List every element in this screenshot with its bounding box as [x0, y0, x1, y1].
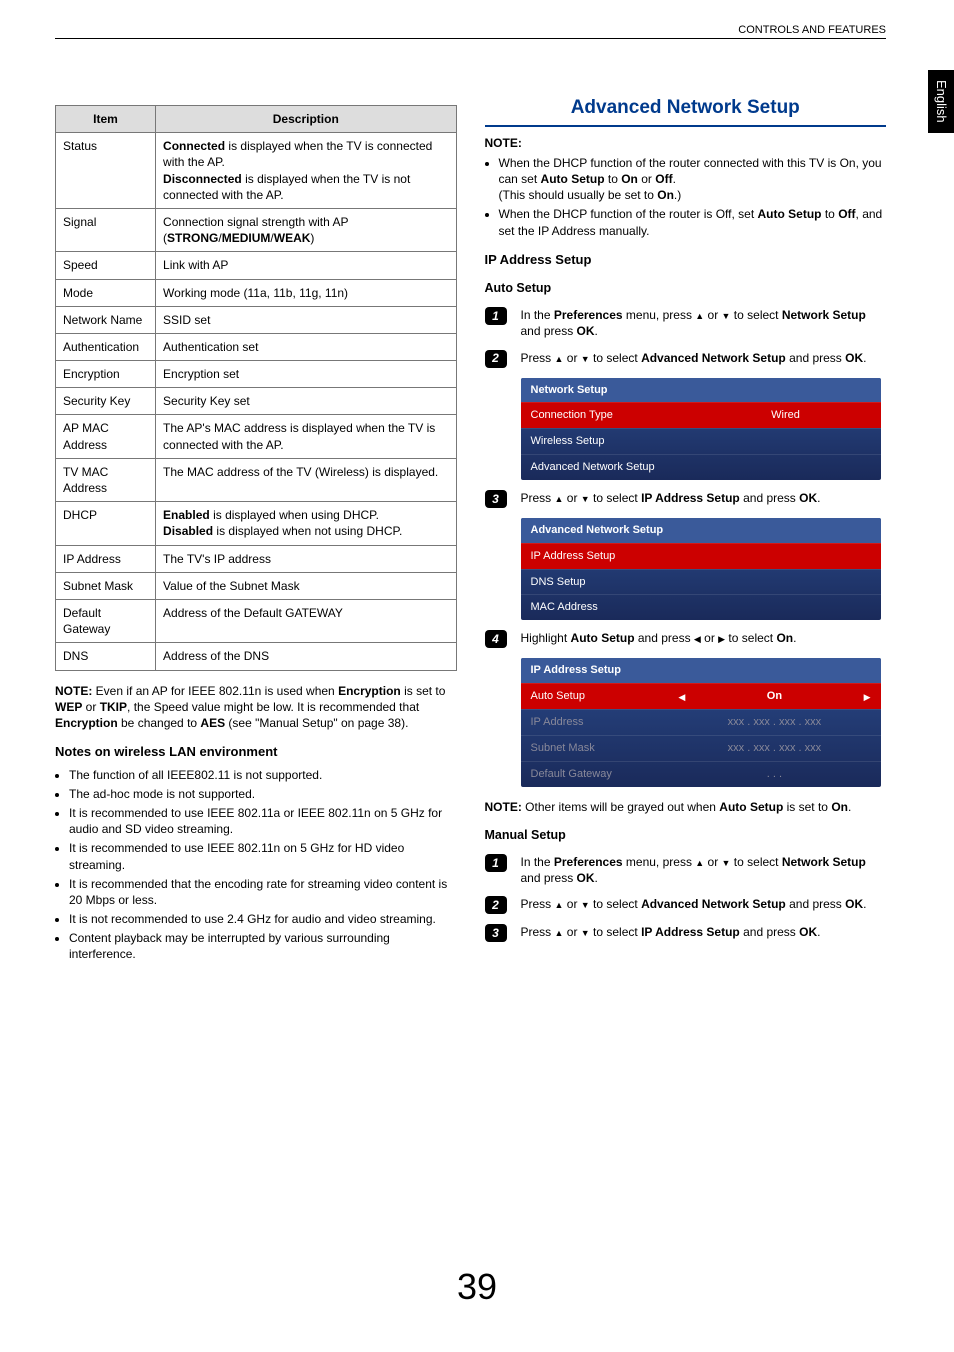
language-tab: English	[928, 70, 954, 133]
arrow-left-icon: ◀	[678, 691, 685, 703]
table-row: IP AddressThe TV's IP address	[56, 545, 457, 572]
list-item: It is not recommended to use 2.4 GHz for…	[69, 911, 457, 927]
step-badge-icon: 2	[485, 896, 507, 914]
table-row: Security KeySecurity Key set	[56, 388, 457, 415]
table-row: AuthenticationAuthentication set	[56, 333, 457, 360]
osd-row: MAC Address	[521, 594, 881, 620]
arrow-left-icon	[694, 631, 701, 645]
arrow-up-icon	[695, 308, 704, 322]
osd-row-disabled: Default Gateway. . .	[521, 761, 881, 787]
manual-step-2: 2 Press or to select Advanced Network Se…	[485, 896, 887, 914]
section-title: Advanced Network Setup	[485, 95, 887, 127]
list-item: The function of all IEEE802.11 is not su…	[69, 767, 457, 783]
table-row: ModeWorking mode (11a, 11b, 11g, 11n)	[56, 279, 457, 306]
step-4: 4 Highlight Auto Setup and press or to s…	[485, 630, 887, 648]
arrow-down-icon	[581, 351, 590, 365]
manual-step-1: 1 In the Preferences menu, press or to s…	[485, 854, 887, 886]
osd-row-disabled: IP Addressxxx . xxx . xxx . xxx	[521, 709, 881, 735]
list-item: The ad-hoc mode is not supported.	[69, 786, 457, 802]
step-badge-icon: 1	[485, 854, 507, 872]
left-column: Item Description StatusConnected is disp…	[55, 85, 457, 973]
table-row: Subnet MaskValue of the Subnet Mask	[56, 572, 457, 599]
page-number: 39	[0, 1263, 954, 1312]
ip-address-setup-heading: IP Address Setup	[485, 251, 887, 269]
osd-row-selected: IP Address Setup	[521, 543, 881, 569]
step-badge-icon: 3	[485, 490, 507, 508]
step-2: 2 Press or to select Advanced Network Se…	[485, 350, 887, 368]
table-row: EncryptionEncryption set	[56, 361, 457, 388]
osd-ip-address-setup: IP Address Setup Auto Setup◀On▶ IP Addre…	[521, 658, 881, 786]
list-item: When the DHCP function of the router con…	[499, 155, 887, 204]
right-column: Advanced Network Setup NOTE: When the DH…	[485, 85, 887, 973]
osd-title: Advanced Network Setup	[521, 518, 881, 543]
arrow-down-icon	[581, 925, 590, 939]
osd-row-disabled: Subnet Maskxxx . xxx . xxx . xxx	[521, 735, 881, 761]
list-item: It is recommended to use IEEE 802.11a or…	[69, 805, 457, 837]
table-row: SignalConnection signal strength with AP…	[56, 208, 457, 251]
encryption-note: NOTE: Even if an AP for IEEE 802.11n is …	[55, 683, 457, 732]
arrow-right-icon: ▶	[864, 691, 871, 703]
auto-setup-heading: Auto Setup	[485, 280, 887, 297]
osd-row: Wireless Setup	[521, 428, 881, 454]
table-row: Default GatewayAddress of the Default GA…	[56, 599, 457, 642]
table-row: DNSAddress of the DNS	[56, 643, 457, 670]
osd-row-selected: Auto Setup◀On▶	[521, 683, 881, 709]
note-label: NOTE:	[485, 135, 887, 151]
manual-step-3: 3 Press or to select IP Address Setup an…	[485, 924, 887, 942]
table-row: Network NameSSID set	[56, 306, 457, 333]
osd-row: Advanced Network Setup	[521, 454, 881, 480]
step-badge-icon: 4	[485, 630, 507, 648]
list-item: Content playback may be interrupted by v…	[69, 930, 457, 962]
step-badge-icon: 1	[485, 307, 507, 325]
arrow-down-icon	[581, 897, 590, 911]
auto-setup-note: NOTE: Other items will be grayed out whe…	[485, 799, 887, 815]
arrow-down-icon	[581, 491, 590, 505]
osd-network-setup: Network Setup Connection TypeWired Wirel…	[521, 378, 881, 480]
table-row: StatusConnected is displayed when the TV…	[56, 133, 457, 209]
lan-notes-list: The function of all IEEE802.11 is not su…	[55, 767, 457, 963]
step-badge-icon: 2	[485, 350, 507, 368]
osd-advanced-network: Advanced Network Setup IP Address Setup …	[521, 518, 881, 620]
table-row: TV MAC AddressThe MAC address of the TV …	[56, 458, 457, 501]
osd-title: Network Setup	[521, 378, 881, 403]
col-item: Item	[56, 106, 156, 133]
step-badge-icon: 3	[485, 924, 507, 942]
arrow-up-icon	[695, 855, 704, 869]
table-row: SpeedLink with AP	[56, 252, 457, 279]
list-item: It is recommended to use IEEE 802.11n on…	[69, 840, 457, 872]
lan-notes-heading: Notes on wireless LAN environment	[55, 743, 457, 761]
step-1: 1 In the Preferences menu, press or to s…	[485, 307, 887, 339]
spec-table: Item Description StatusConnected is disp…	[55, 105, 457, 671]
list-item: It is recommended that the encoding rate…	[69, 876, 457, 908]
osd-title: IP Address Setup	[521, 658, 881, 683]
note-list: When the DHCP function of the router con…	[485, 155, 887, 239]
header-breadcrumb: CONTROLS AND FEATURES	[55, 38, 886, 54]
manual-setup-heading: Manual Setup	[485, 827, 887, 844]
table-row: DHCPEnabled is displayed when using DHCP…	[56, 502, 457, 545]
osd-row-selected: Connection TypeWired	[521, 402, 881, 428]
list-item: When the DHCP function of the router is …	[499, 206, 887, 238]
osd-row: DNS Setup	[521, 569, 881, 595]
col-desc: Description	[156, 106, 456, 133]
step-3: 3 Press or to select IP Address Setup an…	[485, 490, 887, 508]
table-row: AP MAC AddressThe AP's MAC address is di…	[56, 415, 457, 458]
